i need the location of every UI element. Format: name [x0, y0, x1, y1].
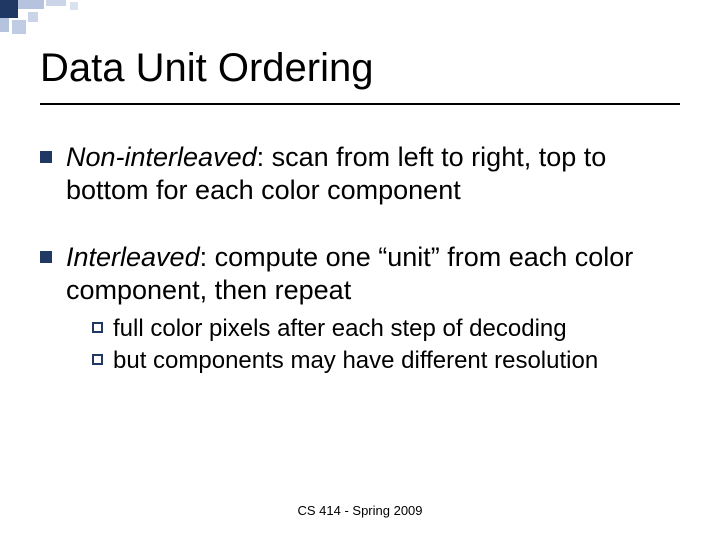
- sub-bullet-item: but components may have different resolu…: [92, 345, 680, 377]
- sub-bullet-item: full color pixels after each step of dec…: [92, 313, 680, 345]
- slide-body: Data Unit Ordering Non-interleaved: scan…: [0, 0, 720, 378]
- title-rule: [40, 103, 680, 105]
- bullet-lead: Non-interleaved: [66, 142, 257, 172]
- sub-bullet-list: full color pixels after each step of dec…: [92, 313, 680, 378]
- square-bullet-icon: [40, 251, 52, 263]
- hollow-square-bullet-icon: [92, 354, 103, 365]
- bullet-lead: Interleaved: [66, 242, 200, 272]
- bullet-text: Interleaved: compute one “unit” from eac…: [66, 241, 680, 378]
- bullet-item: Non-interleaved: scan from left to right…: [40, 141, 680, 207]
- slide-footer: CS 414 - Spring 2009: [0, 503, 720, 518]
- square-bullet-icon: [40, 151, 52, 163]
- corner-decoration: [0, 0, 140, 30]
- sub-bullet-text: full color pixels after each step of dec…: [113, 313, 680, 345]
- sub-bullet-text: but components may have different resolu…: [113, 345, 680, 377]
- slide-title: Data Unit Ordering: [40, 46, 680, 91]
- bullet-text: Non-interleaved: scan from left to right…: [66, 141, 680, 207]
- hollow-square-bullet-icon: [92, 322, 103, 333]
- bullet-item: Interleaved: compute one “unit” from eac…: [40, 241, 680, 378]
- bullet-list: Non-interleaved: scan from left to right…: [40, 141, 680, 378]
